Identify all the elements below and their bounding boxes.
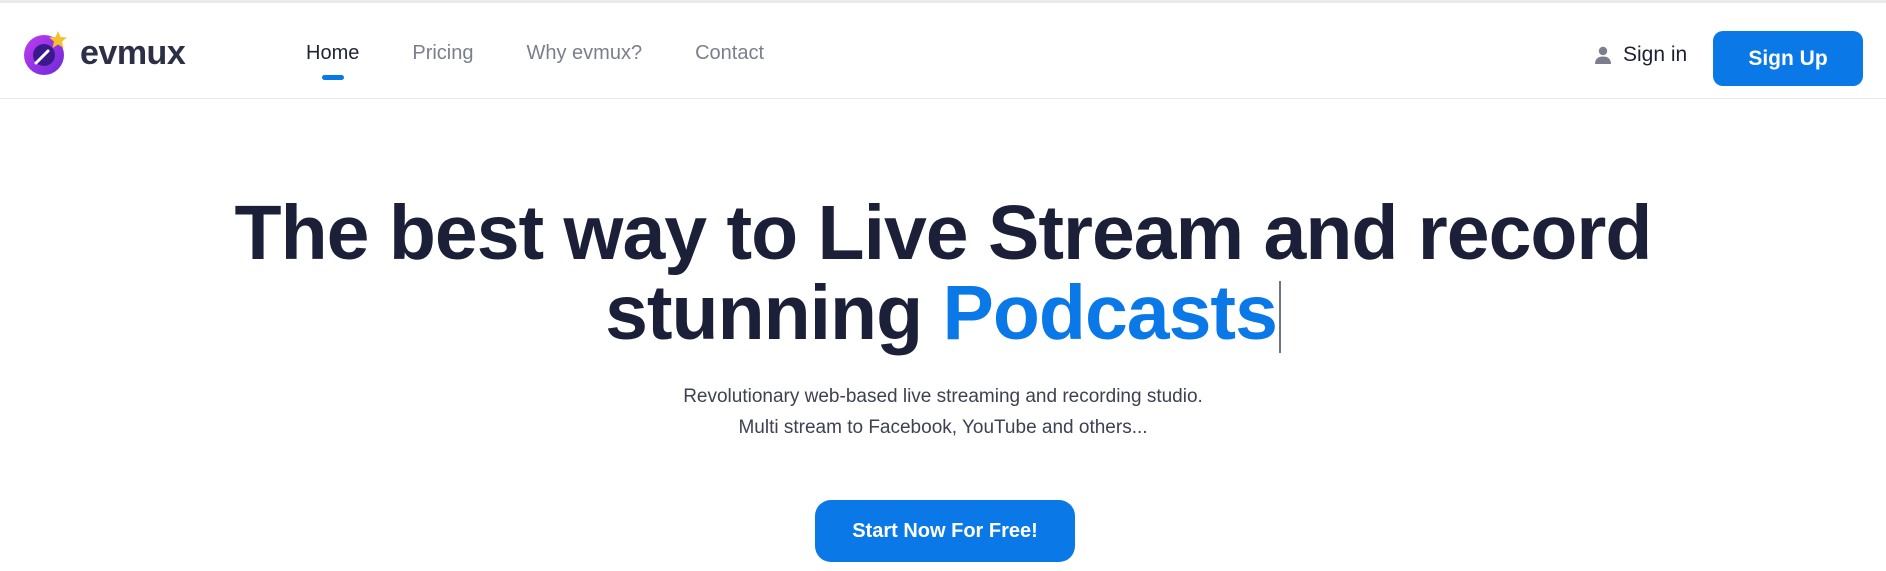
person-icon: [1595, 46, 1611, 64]
signin-link[interactable]: Sign in: [1593, 43, 1687, 67]
nav-item-label: Home: [306, 42, 360, 64]
signup-button[interactable]: Sign Up: [1713, 31, 1863, 86]
hero-title-highlight: Podcasts: [942, 270, 1278, 356]
hero-title: The best way to Live Stream and record s…: [0, 193, 1886, 353]
hero-title-line2: stunning: [605, 270, 943, 356]
typing-cursor: [1278, 281, 1281, 353]
hero-title-line1: The best way to Live Stream and record: [234, 190, 1653, 276]
main-nav: Home Pricing Why evmux? Contact: [306, 41, 817, 80]
hero-subtitle-line2: Multi stream to Facebook, YouTube and ot…: [738, 417, 1148, 438]
nav-item-label: Why evmux?: [526, 42, 643, 64]
nav-item-why-evmux[interactable]: Why evmux?: [527, 41, 643, 65]
logo-link[interactable]: evmux: [22, 29, 186, 77]
nav-item-contact[interactable]: Contact: [695, 41, 764, 65]
nav-item-home[interactable]: Home: [306, 41, 360, 80]
nav-item-label: Pricing: [412, 42, 474, 64]
brand-name: evmux: [80, 33, 186, 72]
nav-item-label: Contact: [695, 42, 765, 64]
hero-subtitle-line1: Revolutionary web-based live streaming a…: [683, 386, 1203, 407]
active-nav-indicator: [321, 75, 344, 80]
nav-item-pricing[interactable]: Pricing: [412, 41, 473, 65]
signin-label: Sign in: [1623, 43, 1688, 66]
evmux-logo-icon: [24, 31, 67, 75]
start-now-button[interactable]: Start Now For Free!: [815, 500, 1075, 562]
site-header: evmux Home Pricing Why evmux? Contact Si…: [0, 3, 1886, 99]
hero-subtitle: Revolutionary web-based live streaming a…: [0, 381, 1886, 443]
